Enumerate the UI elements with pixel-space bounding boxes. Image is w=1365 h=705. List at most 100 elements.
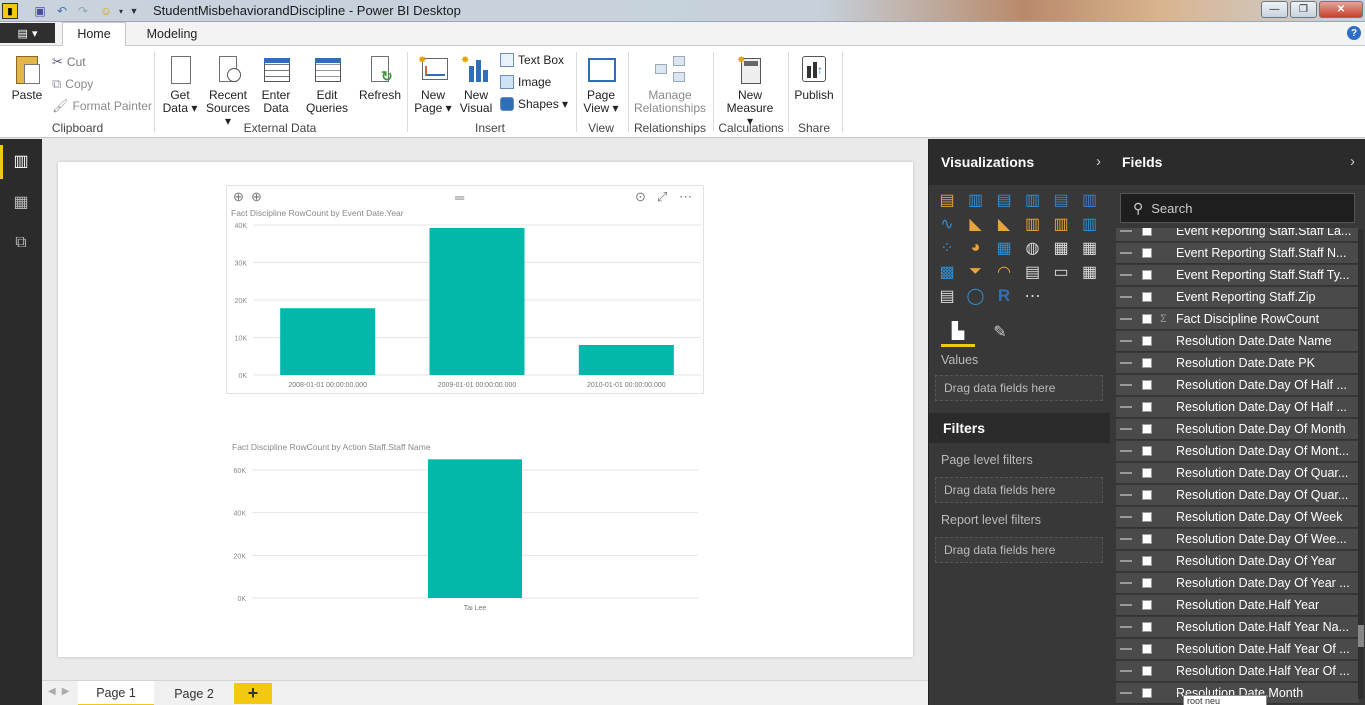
field-checkbox[interactable] xyxy=(1142,248,1152,258)
100-bar-icon[interactable]: ▤ xyxy=(1051,191,1071,209)
field-item[interactable]: Resolution Date.Day Of Year xyxy=(1116,551,1359,572)
publish-button[interactable]: ↑ Publish xyxy=(794,54,834,102)
field-item[interactable]: Resolution Date.Date PK xyxy=(1116,353,1359,374)
chevron-right-icon[interactable]: › xyxy=(1350,153,1355,170)
field-item[interactable]: Resolution Date.Day Of Mont... xyxy=(1116,441,1359,462)
field-checkbox[interactable] xyxy=(1142,358,1152,368)
more-visuals-icon[interactable]: ⋯ xyxy=(1023,287,1043,305)
table-icon[interactable]: ▦ xyxy=(1051,239,1071,257)
bar[interactable] xyxy=(280,308,376,375)
manage-relationships-button[interactable]: Manage Relationships xyxy=(633,54,707,115)
field-item[interactable]: Event Reporting Staff.Staff N... xyxy=(1116,243,1359,264)
page-filters-drop-zone[interactable]: Drag data fields here xyxy=(935,477,1103,503)
field-checkbox[interactable] xyxy=(1142,578,1152,588)
field-item[interactable]: Resolution Date.Day Of Week xyxy=(1116,507,1359,528)
field-checkbox[interactable] xyxy=(1142,490,1152,500)
kpi-icon[interactable]: ▦ xyxy=(1080,263,1100,281)
image-button[interactable]: Image xyxy=(500,75,551,89)
filled-map-icon[interactable]: ▩ xyxy=(937,263,957,281)
minimize-button[interactable]: — xyxy=(1261,1,1288,18)
data-view-icon[interactable]: ▦ xyxy=(10,192,32,212)
field-checkbox[interactable] xyxy=(1142,644,1152,654)
pie-chart-icon[interactable]: ◕ xyxy=(966,239,986,257)
tab-home[interactable]: Home xyxy=(62,22,126,46)
field-checkbox[interactable] xyxy=(1142,622,1152,632)
smiley-feedback-icon[interactable]: ☺ xyxy=(98,3,114,19)
power-bi-app-icon[interactable]: ▮ xyxy=(2,3,18,19)
field-item[interactable]: Event Reporting Staff.Staff Ty... xyxy=(1116,265,1359,286)
bar[interactable] xyxy=(428,459,522,598)
field-item[interactable]: Resolution Date.Day Of Month xyxy=(1116,419,1359,440)
field-list-scrollbar[interactable] xyxy=(1358,229,1364,699)
new-page-button[interactable]: ✸ New Page ▾ xyxy=(414,54,452,115)
funnel-icon[interactable]: ⏷ xyxy=(966,263,986,281)
page-tab-2[interactable]: Page 2 xyxy=(156,681,232,705)
field-item[interactable]: Resolution Date.Half Year Na... xyxy=(1116,617,1359,638)
field-checkbox[interactable] xyxy=(1142,380,1152,390)
relationships-view-icon[interactable]: ⧉ xyxy=(10,233,32,253)
field-checkbox[interactable] xyxy=(1142,666,1152,676)
field-item[interactable]: Resolution Date.Date Name xyxy=(1116,331,1359,352)
field-item[interactable]: Resolution Date.Half Year Of ... xyxy=(1116,639,1359,660)
bar[interactable] xyxy=(578,345,674,375)
column-chart-event-year[interactable]: ⊕ ⊕ ═ ⊙ ⤢ ⋯ Fact Discipline RowCount by … xyxy=(226,185,704,394)
field-checkbox[interactable] xyxy=(1142,314,1152,324)
field-checkbox[interactable] xyxy=(1142,270,1152,280)
field-item[interactable]: Resolution Date.Day Of Half ... xyxy=(1116,397,1359,418)
report-page[interactable]: ⊕ ⊕ ═ ⊙ ⤢ ⋯ Fact Discipline RowCount by … xyxy=(58,162,913,657)
field-item[interactable]: Resolution Date.Day Of Half ... xyxy=(1116,375,1359,396)
column-chart-staff-name[interactable]: Fact Discipline RowCount by Action Staff… xyxy=(226,434,704,634)
field-checkbox[interactable] xyxy=(1142,446,1152,456)
values-drop-zone[interactable]: Drag data fields here xyxy=(935,375,1103,401)
field-item[interactable]: Resolution Date.Day Of Quar... xyxy=(1116,463,1359,484)
clustered-bar-icon[interactable]: ▤ xyxy=(994,191,1014,209)
card-icon[interactable]: ▭ xyxy=(1051,263,1071,281)
field-item[interactable]: Resolution Date.Half Year Of ... xyxy=(1116,661,1359,682)
report-view-icon[interactable]: ▥ xyxy=(10,151,32,171)
scrollbar-thumb[interactable] xyxy=(1358,625,1364,647)
paste-button[interactable]: Paste xyxy=(8,54,46,102)
report-filters-drop-zone[interactable]: Drag data fields here xyxy=(935,537,1103,563)
field-checkbox[interactable] xyxy=(1142,292,1152,302)
line-clustered-column-icon[interactable]: ▥ xyxy=(1051,215,1071,233)
field-item[interactable]: Resolution Date.Half Year xyxy=(1116,595,1359,616)
customize-qat-icon[interactable]: ▼ xyxy=(128,3,140,19)
field-checkbox[interactable] xyxy=(1142,424,1152,434)
fields-search-input[interactable]: ⚲ Search xyxy=(1120,193,1355,223)
gauge-icon[interactable]: ◠ xyxy=(994,263,1014,281)
save-icon[interactable]: ▣ xyxy=(33,3,47,19)
add-page-button[interactable]: + xyxy=(234,683,272,704)
file-menu-button[interactable]: ▤ ▾ xyxy=(0,23,55,43)
format-paintbrush-tab[interactable]: ✎ xyxy=(983,317,1017,347)
get-data-button[interactable]: Get Data ▾ xyxy=(162,54,198,115)
undo-icon[interactable]: ↶ xyxy=(55,3,69,19)
ribbon-chart-icon[interactable]: ▥ xyxy=(1080,215,1100,233)
page-nav-arrows[interactable]: ◀▶ xyxy=(48,686,75,697)
field-item[interactable]: Resolution Date.Day Of Wee... xyxy=(1116,529,1359,550)
edit-queries-button[interactable]: Edit Queries xyxy=(304,54,350,115)
shapes-button[interactable]: Shapes ▾ xyxy=(500,97,568,111)
copy-button[interactable]: ⧉ Copy xyxy=(52,76,93,92)
line-chart-icon[interactable]: ∿ xyxy=(937,215,957,233)
maximize-button[interactable]: ❐ xyxy=(1290,1,1317,18)
help-icon[interactable]: ? xyxy=(1347,26,1361,40)
field-checkbox[interactable] xyxy=(1142,336,1152,346)
new-measure-button[interactable]: ✸ New Measure ▾ xyxy=(722,54,778,128)
matrix-icon[interactable]: ▦ xyxy=(1080,239,1100,257)
field-checkbox[interactable] xyxy=(1142,468,1152,478)
treemap-icon[interactable]: ▦ xyxy=(994,239,1014,257)
field-item[interactable]: Event Reporting Staff.Zip xyxy=(1116,287,1359,308)
field-checkbox[interactable] xyxy=(1142,228,1152,236)
r-visual-icon[interactable]: R xyxy=(994,286,1014,305)
clustered-column-icon[interactable]: ▥ xyxy=(1023,191,1043,209)
scatter-chart-icon[interactable]: ⁘ xyxy=(937,239,957,257)
tab-modeling[interactable]: Modeling xyxy=(136,22,208,46)
enter-data-button[interactable]: Enter Data xyxy=(258,54,294,115)
map-icon[interactable]: ◍ xyxy=(1023,239,1043,257)
field-item[interactable]: Resolution Date.Day Of Year ... xyxy=(1116,573,1359,594)
slicer-icon[interactable]: ▤ xyxy=(937,287,957,305)
bar[interactable] xyxy=(429,228,525,375)
stacked-column-icon[interactable]: ▥ xyxy=(966,191,986,209)
100-column-icon[interactable]: ▥ xyxy=(1080,191,1100,209)
page-view-button[interactable]: Page View ▾ xyxy=(582,54,620,115)
